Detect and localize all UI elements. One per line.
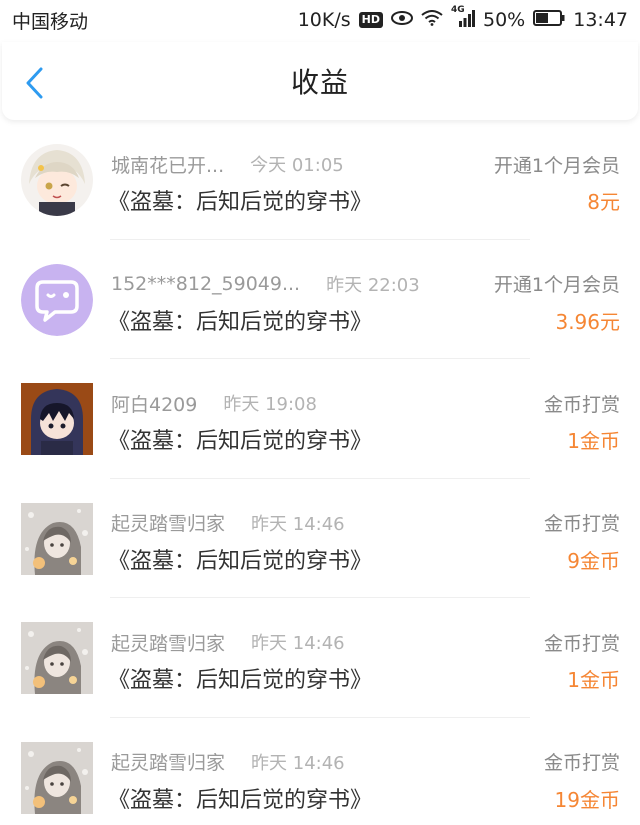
chevron-left-icon bbox=[26, 67, 43, 99]
earning-amount: 3.96元 bbox=[555, 309, 620, 334]
username: 152***812_59049... bbox=[111, 272, 301, 295]
list-item[interactable]: 起灵踏雪归家 昨天 14:46 金币打赏 《盗墓：后知后觉的穿书》 19金币 bbox=[0, 718, 640, 825]
earnings-list: 城南花已开... 今天 01:05 开通1个月会员 《盗墓：后知后觉的穿书》 8… bbox=[0, 120, 640, 825]
username: 城南花已开... bbox=[111, 154, 225, 177]
earning-amount: 1金币 bbox=[567, 429, 620, 453]
anime-boy-avatar[interactable] bbox=[21, 144, 93, 216]
status-bar: 中国移动 10K/s HD 4G 50% 13:47 bbox=[0, 0, 640, 40]
username: 阿白4209 bbox=[111, 393, 198, 416]
reward-type: 金币打赏 bbox=[543, 513, 620, 535]
default-chat-avatar[interactable] bbox=[21, 263, 93, 336]
reward-type: 金币打赏 bbox=[543, 393, 620, 416]
timestamp: 昨天 19:08 bbox=[223, 394, 317, 415]
battery-icon bbox=[533, 9, 565, 31]
list-item[interactable]: 城南花已开... 今天 01:05 开通1个月会员 《盗墓：后知后觉的穿书》 8… bbox=[0, 120, 640, 240]
username: 起灵踏雪归家 bbox=[111, 752, 226, 774]
list-item[interactable]: 起灵踏雪归家 昨天 14:46 金币打赏 《盗墓：后知后觉的穿书》 1金币 bbox=[0, 598, 640, 718]
reward-type: 金币打赏 bbox=[543, 752, 620, 774]
hooded-chibi-avatar[interactable] bbox=[21, 383, 93, 455]
earning-amount: 8元 bbox=[587, 190, 620, 214]
screen: 中国移动 10K/s HD 4G 50% 13:47 收益 城南花已开... 今… bbox=[0, 0, 640, 825]
back-button[interactable] bbox=[20, 67, 50, 99]
earning-amount: 9金币 bbox=[567, 548, 620, 573]
reward-type: 金币打赏 bbox=[543, 632, 620, 655]
network-type-label: 4G bbox=[451, 4, 465, 15]
anime-girl-avatar[interactable] bbox=[21, 622, 93, 694]
anime-girl-avatar[interactable] bbox=[21, 502, 93, 575]
book-title: 《盗墓：后知后觉的穿书》 bbox=[108, 668, 373, 693]
earning-amount: 19金币 bbox=[554, 787, 620, 812]
signal-icon: 4G bbox=[451, 5, 475, 32]
book-title: 《盗墓：后知后觉的穿书》 bbox=[108, 309, 373, 335]
username: 起灵踏雪归家 bbox=[111, 632, 226, 655]
hd-icon: HD bbox=[358, 12, 383, 28]
book-title: 《盗墓：后知后觉的穿书》 bbox=[108, 429, 373, 454]
list-item[interactable]: 起灵踏雪归家 昨天 14:46 金币打赏 《盗墓：后知后觉的穿书》 9金币 bbox=[0, 479, 640, 598]
clock: 13:47 bbox=[573, 9, 628, 31]
timestamp: 昨天 14:46 bbox=[251, 513, 345, 535]
reward-type: 开通1个月会员 bbox=[493, 274, 620, 296]
network-speed: 10K/s bbox=[297, 9, 351, 31]
timestamp: 昨天 22:03 bbox=[326, 274, 420, 296]
eye-icon bbox=[391, 9, 413, 31]
wifi-icon bbox=[421, 9, 443, 31]
reward-type: 开通1个月会员 bbox=[493, 154, 620, 177]
timestamp: 今天 01:05 bbox=[250, 155, 344, 176]
list-item[interactable]: 阿白4209 昨天 19:08 金币打赏 《盗墓：后知后觉的穿书》 1金币 bbox=[0, 359, 640, 479]
book-title: 《盗墓：后知后觉的穿书》 bbox=[108, 190, 373, 215]
book-title: 《盗墓：后知后觉的穿书》 bbox=[108, 548, 373, 574]
earning-amount: 1金币 bbox=[567, 668, 620, 692]
username: 起灵踏雪归家 bbox=[111, 513, 226, 535]
carrier-label: 中国移动 bbox=[12, 10, 89, 33]
page-title: 收益 bbox=[290, 66, 349, 99]
list-item[interactable]: 152***812_59049... 昨天 22:03 开通1个月会员 《盗墓：… bbox=[0, 240, 640, 359]
anime-girl-avatar[interactable] bbox=[21, 741, 93, 814]
book-title: 《盗墓：后知后觉的穿书》 bbox=[108, 787, 373, 813]
battery-percent: 50% bbox=[483, 9, 526, 31]
timestamp: 昨天 14:46 bbox=[251, 752, 345, 774]
nav-header: 收益 bbox=[2, 42, 638, 120]
timestamp: 昨天 14:46 bbox=[251, 633, 345, 654]
